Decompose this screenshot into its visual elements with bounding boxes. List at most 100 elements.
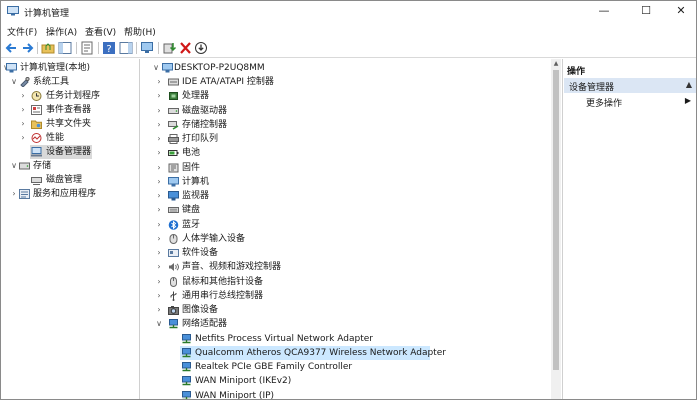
device-category-row[interactable]: › IDE ATA/ATAPI 控制器 [141, 75, 546, 89]
chevron-right-icon[interactable]: › [155, 203, 163, 217]
network-adapter-row[interactable]: Realtek PCIe GBE Family Controller [180, 360, 420, 374]
properties-icon[interactable] [80, 41, 95, 55]
chevron-right-icon[interactable]: › [155, 104, 163, 118]
tree-item-disk-management[interactable]: 磁盘管理 [1, 173, 139, 187]
chevron-down-icon[interactable]: ∨ [152, 61, 160, 75]
task-scheduler-icon [31, 91, 42, 101]
maximize-button[interactable]: ☐ [629, 1, 663, 22]
menu-view[interactable]: 查看(V) [85, 25, 116, 38]
chevron-right-icon[interactable]: › [155, 118, 163, 132]
uninstall-icon[interactable] [178, 41, 193, 55]
network-adapter-row[interactable]: WAN Miniport (IKEv2) [180, 374, 420, 388]
chevron-right-icon[interactable]: › [155, 260, 163, 274]
vertical-scrollbar[interactable]: ▲ [551, 59, 561, 399]
tree-item-device-manager[interactable]: 设备管理器 [30, 145, 92, 159]
chevron-down-icon[interactable]: ∨ [10, 159, 18, 173]
update-driver-icon[interactable] [162, 41, 177, 55]
software-device-icon [168, 249, 179, 257]
chevron-right-icon[interactable]: › [19, 131, 27, 145]
network-adapter-icon [182, 347, 191, 357]
device-category-row[interactable]: › 图像设备 [141, 303, 546, 317]
device-category-row[interactable]: › 键盘 [141, 203, 546, 217]
show-hide-tree-icon[interactable] [58, 41, 73, 55]
chevron-right-icon[interactable]: › [155, 246, 163, 260]
device-category-row[interactable]: › 存储控制器 [141, 118, 546, 132]
chevron-right-icon[interactable]: › [155, 161, 163, 175]
chevron-right-icon[interactable]: › [155, 75, 163, 89]
chevron-right-icon[interactable]: › [155, 146, 163, 160]
more-actions-link[interactable]: 更多操作 [586, 96, 622, 109]
chevron-down-icon[interactable]: ∨ [10, 75, 18, 89]
chevron-right-icon[interactable]: › [155, 232, 163, 246]
device-category-row[interactable]: › 蓝牙 [141, 218, 546, 232]
forward-icon[interactable] [20, 41, 35, 55]
chevron-right-icon[interactable]: › [19, 89, 27, 103]
device-category-row[interactable]: ∨ 网络适配器 [141, 317, 546, 331]
chevron-right-icon[interactable]: › [155, 289, 163, 303]
chevron-right-icon[interactable]: › [10, 187, 18, 201]
chevron-right-icon[interactable]: › [19, 117, 27, 131]
device-category-label: 监视器 [182, 191, 210, 201]
scroll-up-arrow-icon[interactable]: ▲ [552, 60, 560, 68]
performance-icon [31, 133, 42, 143]
device-category-row[interactable]: › 监视器 [141, 189, 546, 203]
chevron-right-icon[interactable]: › [155, 275, 163, 289]
disable-device-icon[interactable] [194, 41, 209, 55]
device-category-row[interactable]: › 通用串行总线控制器 [141, 289, 546, 303]
computer-icon [162, 63, 173, 73]
chevron-right-icon[interactable]: › [155, 89, 163, 103]
device-category-row[interactable]: › 固件 [141, 161, 546, 175]
device-category-row[interactable]: › 计算机 [141, 175, 546, 189]
chevron-right-icon[interactable]: › [155, 303, 163, 317]
tree-item-storage[interactable]: ∨ 存储 [1, 159, 139, 173]
mouse-icon [170, 276, 177, 287]
minimize-button[interactable]: — [587, 1, 621, 22]
menu-action[interactable]: 操作(A) [46, 25, 77, 38]
tree-item-services-and-applications[interactable]: › 服务和应用程序 [1, 187, 139, 201]
monitor-icon[interactable] [140, 41, 155, 55]
device-tree-pane: ∨ DESKTOP-P2UQ8MM › IDE ATA/ATAPI 控制器 › 处理器… [141, 59, 561, 399]
help-icon[interactable]: ? [102, 41, 117, 55]
device-category-row[interactable]: › 人体学输入设备 [141, 232, 546, 246]
collapse-arrow-icon[interactable]: ▲ [686, 80, 692, 89]
device-category-row[interactable]: › 磁盘驱动器 [141, 104, 546, 118]
print-queue-icon [168, 134, 179, 144]
network-adapter-row[interactable]: WAN Miniport (IP) [180, 389, 420, 399]
up-folder-icon[interactable] [41, 41, 56, 55]
tree-root-computer[interactable]: ∨ DESKTOP-P2UQ8MM [141, 61, 546, 75]
device-category-row[interactable]: › 电池 [141, 146, 546, 160]
action-pane-icon[interactable] [119, 41, 134, 55]
chevron-right-icon[interactable]: › [155, 218, 163, 232]
close-button[interactable]: ✕ [664, 1, 696, 22]
tree-item-label: 性能 [46, 133, 65, 143]
network-adapter-label: Netfits Process Virtual Network Adapter [195, 333, 373, 344]
tree-item-shared-folders[interactable]: › 共享文件夹 [1, 117, 139, 131]
chevron-right-icon[interactable]: › [155, 189, 163, 203]
tree-item-system-tools[interactable]: ∨ 系统工具 [1, 75, 139, 89]
menu-file[interactable]: 文件(F) [7, 25, 37, 38]
menu-help[interactable]: 帮助(H) [124, 25, 156, 38]
system-tools-icon [20, 77, 30, 87]
device-category-row[interactable]: › 声音、视频和游戏控制器 [141, 260, 546, 274]
hid-icon [169, 233, 178, 244]
tree-item-performance[interactable]: › 性能 [1, 131, 139, 145]
chevron-down-icon[interactable]: ∨ [155, 317, 163, 331]
chevron-right-icon[interactable]: › [19, 103, 27, 117]
device-category-label: IDE ATA/ATAPI 控制器 [182, 77, 274, 87]
submenu-arrow-icon[interactable]: ▶ [685, 96, 691, 105]
device-category-label: 磁盘驱动器 [182, 105, 228, 116]
device-category-row[interactable]: › 鼠标和其他指针设备 [141, 275, 546, 289]
device-category-row[interactable]: › 处理器 [141, 89, 546, 103]
device-category-row[interactable]: › 打印队列 [141, 132, 546, 146]
back-icon[interactable] [4, 41, 19, 55]
tree-item-computer-management-local[interactable]: ∨ 计算机管理(本地) [1, 61, 139, 75]
device-category-row[interactable]: › 软件设备 [141, 246, 546, 260]
chevron-right-icon[interactable]: › [155, 175, 163, 189]
tree-item-task-scheduler[interactable]: › 任务计划程序 [1, 89, 139, 103]
actions-section-device-manager[interactable]: 设备管理器 ▲ [564, 78, 696, 93]
network-adapter-row[interactable]: Netfits Process Virtual Network Adapter [180, 332, 420, 346]
chevron-right-icon[interactable]: › [155, 132, 163, 146]
tree-item-event-viewer[interactable]: › 事件查看器 [1, 103, 139, 117]
scrollbar-thumb[interactable] [553, 70, 559, 370]
network-adapter-row[interactable]: Qualcomm Atheros QCA9377 Wireless Networ… [180, 345, 446, 360]
